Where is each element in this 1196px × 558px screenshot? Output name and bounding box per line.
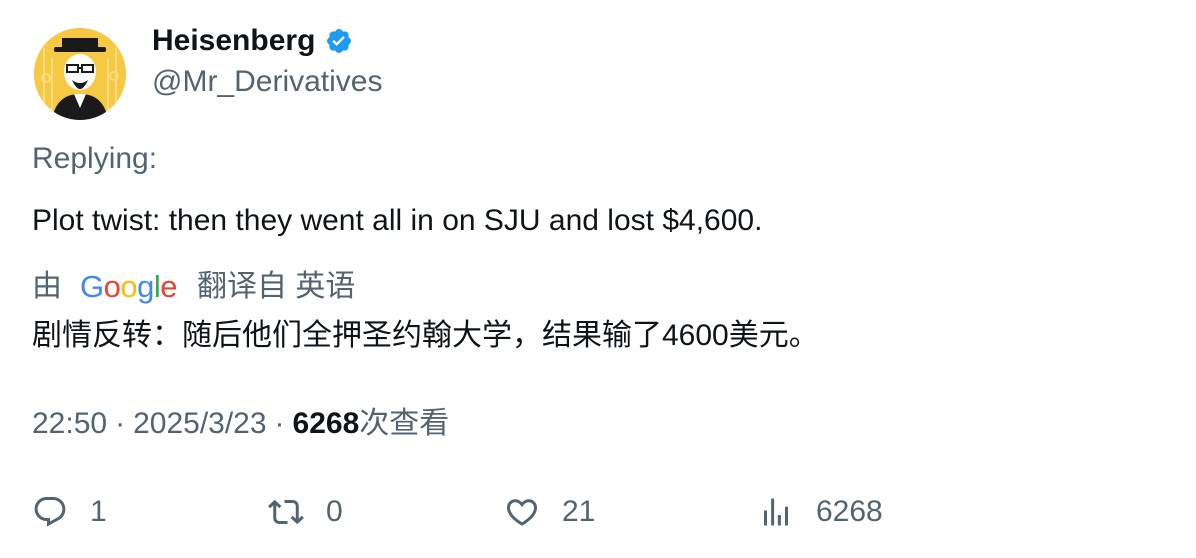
reply-icon — [34, 497, 66, 527]
meta-separator: · — [115, 407, 126, 440]
tweet-detail: Heisenberg @Mr_Derivatives Replying: Plo… — [0, 0, 1196, 558]
user-handle[interactable]: @Mr_Derivatives — [152, 64, 383, 100]
verified-badge-icon — [325, 27, 353, 55]
views-count: 6268 — [292, 407, 360, 440]
tweet-meta: 22:50 · 2025/3/23 · 6268 次查看 — [32, 405, 449, 443]
translation-attribution[interactable]: 由 Google 翻译自 英语 — [32, 268, 365, 306]
like-count: 21 — [562, 495, 596, 528]
heart-icon — [506, 499, 538, 526]
views-action-count: 6268 — [816, 495, 883, 528]
views-label: 次查看 — [359, 407, 450, 440]
retweet-button[interactable]: 0 — [268, 492, 343, 532]
translated-tweet-text: 剧情反转：随后他们全押圣约翰大学，结果输了4600美元。 — [32, 319, 819, 352]
replying-label: Replying: — [32, 142, 158, 175]
views-chart-icon — [764, 498, 788, 526]
translation-prefix: 由 — [32, 270, 62, 303]
heisenberg-avatar-icon — [34, 28, 126, 120]
reply-button[interactable]: 1 — [32, 492, 107, 532]
display-name[interactable]: Heisenberg — [152, 22, 353, 60]
translated-from-label: 翻译自 英语 — [197, 270, 356, 303]
retweet-icon — [268, 499, 304, 525]
tweet-text: Plot twist: then they went all in on SJU… — [32, 204, 763, 237]
avatar[interactable] — [34, 28, 126, 120]
tweet-time[interactable]: 22:50 — [32, 405, 107, 443]
display-name-text: Heisenberg — [152, 24, 316, 57]
views-button[interactable]: 6268 — [758, 492, 883, 532]
google-logo: Google — [80, 269, 178, 304]
tweet-date[interactable]: 2025/3/23 — [133, 405, 266, 443]
reply-count: 1 — [90, 495, 107, 528]
retweet-count: 0 — [326, 495, 343, 528]
meta-separator: · — [274, 407, 285, 440]
like-button[interactable]: 21 — [504, 492, 595, 532]
